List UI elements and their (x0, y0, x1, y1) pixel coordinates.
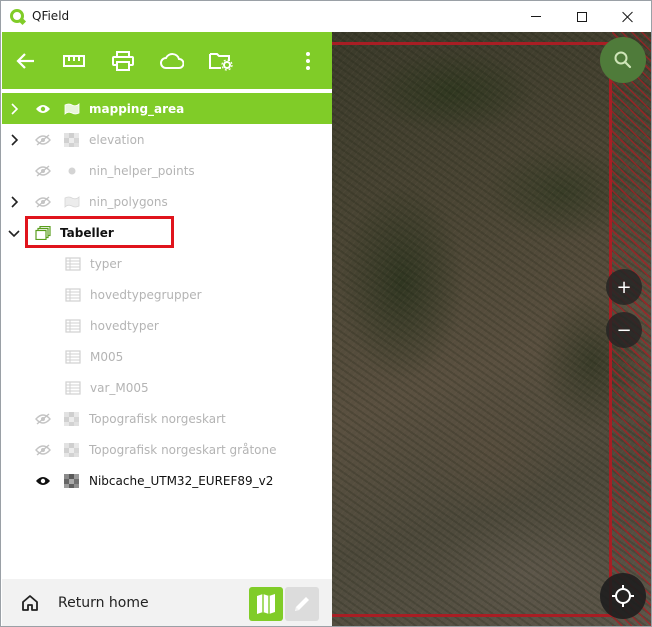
layer-name: nin_helper_points (89, 163, 195, 178)
ruler-icon (63, 55, 85, 67)
layer-row-elevation[interactable]: elevation (2, 124, 332, 155)
map-icon (257, 594, 275, 614)
folder-settings-icon (209, 53, 233, 71)
polygon-layer-icon (64, 102, 80, 115)
arrow-left-icon (16, 53, 34, 69)
minimize-button[interactable] (513, 1, 559, 32)
raster-layer-icon (64, 132, 79, 147)
qfield-window: QField + − mapping_area elevation nin_he… (0, 0, 652, 627)
title-bar: QField (1, 1, 651, 32)
search-icon (614, 51, 632, 69)
layer-name: M005 (90, 349, 124, 364)
close-button[interactable] (605, 1, 651, 32)
table-layer-icon (65, 256, 81, 271)
zoom-in-button[interactable]: + (606, 269, 642, 305)
printer-icon (112, 51, 134, 71)
chevron-right-icon[interactable] (8, 195, 20, 208)
table-row-hovedtyper[interactable]: hovedtyper (2, 310, 332, 341)
layer-name: elevation (89, 132, 145, 147)
kebab-menu-icon (306, 52, 310, 70)
polygon-layer-icon (64, 195, 80, 208)
home-icon[interactable] (20, 593, 40, 613)
back-button[interactable] (11, 46, 41, 76)
layer-row-mapping-area[interactable]: mapping_area (2, 93, 332, 124)
eye-off-icon[interactable] (35, 133, 51, 146)
table-row-typer[interactable]: typer (2, 248, 332, 279)
layer-name: Topografisk norgeskart gråtone (89, 442, 277, 457)
close-icon (622, 11, 634, 23)
layer-tree: mapping_area elevation nin_helper_points (2, 93, 332, 496)
maximize-icon (577, 11, 587, 22)
map-canvas[interactable]: + − (332, 32, 651, 626)
layer-row-topografisk-norgeskart-gratone[interactable]: Topografisk norgeskart gråtone (2, 434, 332, 465)
raster-layer-icon (64, 411, 79, 426)
digitize-mode-button[interactable] (285, 587, 319, 621)
gnss-locate-button[interactable] (600, 573, 646, 619)
layer-name: Topografisk norgeskart (89, 411, 226, 426)
table-layer-icon (65, 349, 81, 364)
eye-off-icon[interactable] (35, 443, 51, 456)
layer-panel: mapping_area elevation nin_helper_points (2, 32, 332, 626)
plus-icon: + (616, 276, 632, 298)
bottom-bar: Return home (2, 579, 332, 626)
raster-layer-icon (64, 442, 79, 457)
layer-row-nin-polygons[interactable]: nin_polygons (2, 186, 332, 217)
table-layer-icon (65, 380, 81, 395)
cloud-button[interactable] (157, 46, 187, 76)
layer-row-topografisk-norgeskart[interactable]: Topografisk norgeskart (2, 403, 332, 434)
chevron-down-icon[interactable] (8, 227, 20, 239)
return-home-button[interactable]: Return home (58, 595, 149, 611)
minus-icon: − (616, 319, 632, 341)
layer-name: hovedtyper (90, 318, 159, 333)
table-row-m005[interactable]: M005 (2, 341, 332, 372)
table-layer-icon (65, 287, 81, 302)
layer-name: var_M005 (90, 380, 149, 395)
layer-name: typer (90, 256, 122, 271)
table-layer-icon (65, 318, 81, 333)
table-row-hovedtypegrupper[interactable]: hovedtypegrupper (2, 279, 332, 310)
chevron-right-icon[interactable] (8, 102, 20, 115)
raster-layer-icon (64, 473, 79, 488)
layer-row-nin-helper-points[interactable]: nin_helper_points (2, 155, 332, 186)
window-title: QField (32, 9, 70, 23)
measure-button[interactable] (59, 46, 89, 76)
layer-name: nin_polygons (89, 194, 168, 209)
minimize-icon (531, 16, 541, 17)
panel-toolbar (2, 32, 332, 89)
more-menu-button[interactable] (293, 46, 323, 76)
layer-name: Nibcache_UTM32_EUREF89_v2 (89, 473, 274, 488)
table-row-var-m005[interactable]: var_M005 (2, 372, 332, 403)
eye-off-icon[interactable] (35, 412, 51, 425)
project-folder-button[interactable] (206, 46, 236, 76)
layer-name: hovedtypegrupper (90, 287, 202, 302)
qfield-logo-icon (10, 9, 24, 23)
chevron-right-icon[interactable] (8, 133, 20, 146)
print-button[interactable] (108, 46, 138, 76)
eye-off-icon[interactable] (35, 195, 51, 208)
eye-icon[interactable] (35, 103, 51, 115)
eye-off-icon[interactable] (35, 164, 51, 177)
zoom-out-button[interactable]: − (606, 312, 642, 348)
cloud-icon (160, 53, 184, 69)
eye-icon[interactable] (35, 475, 51, 487)
layer-row-nibcache[interactable]: Nibcache_UTM32_EUREF89_v2 (2, 465, 332, 496)
layer-name: mapping_area (89, 101, 185, 116)
point-layer-icon (68, 167, 76, 174)
mapping-area-boundary (332, 42, 612, 617)
browse-mode-button[interactable] (249, 587, 283, 621)
crosshair-icon (612, 585, 634, 607)
highlight-annotation (25, 216, 174, 248)
pencil-icon (295, 597, 309, 611)
search-button[interactable] (600, 37, 646, 83)
maximize-button[interactable] (559, 1, 605, 32)
